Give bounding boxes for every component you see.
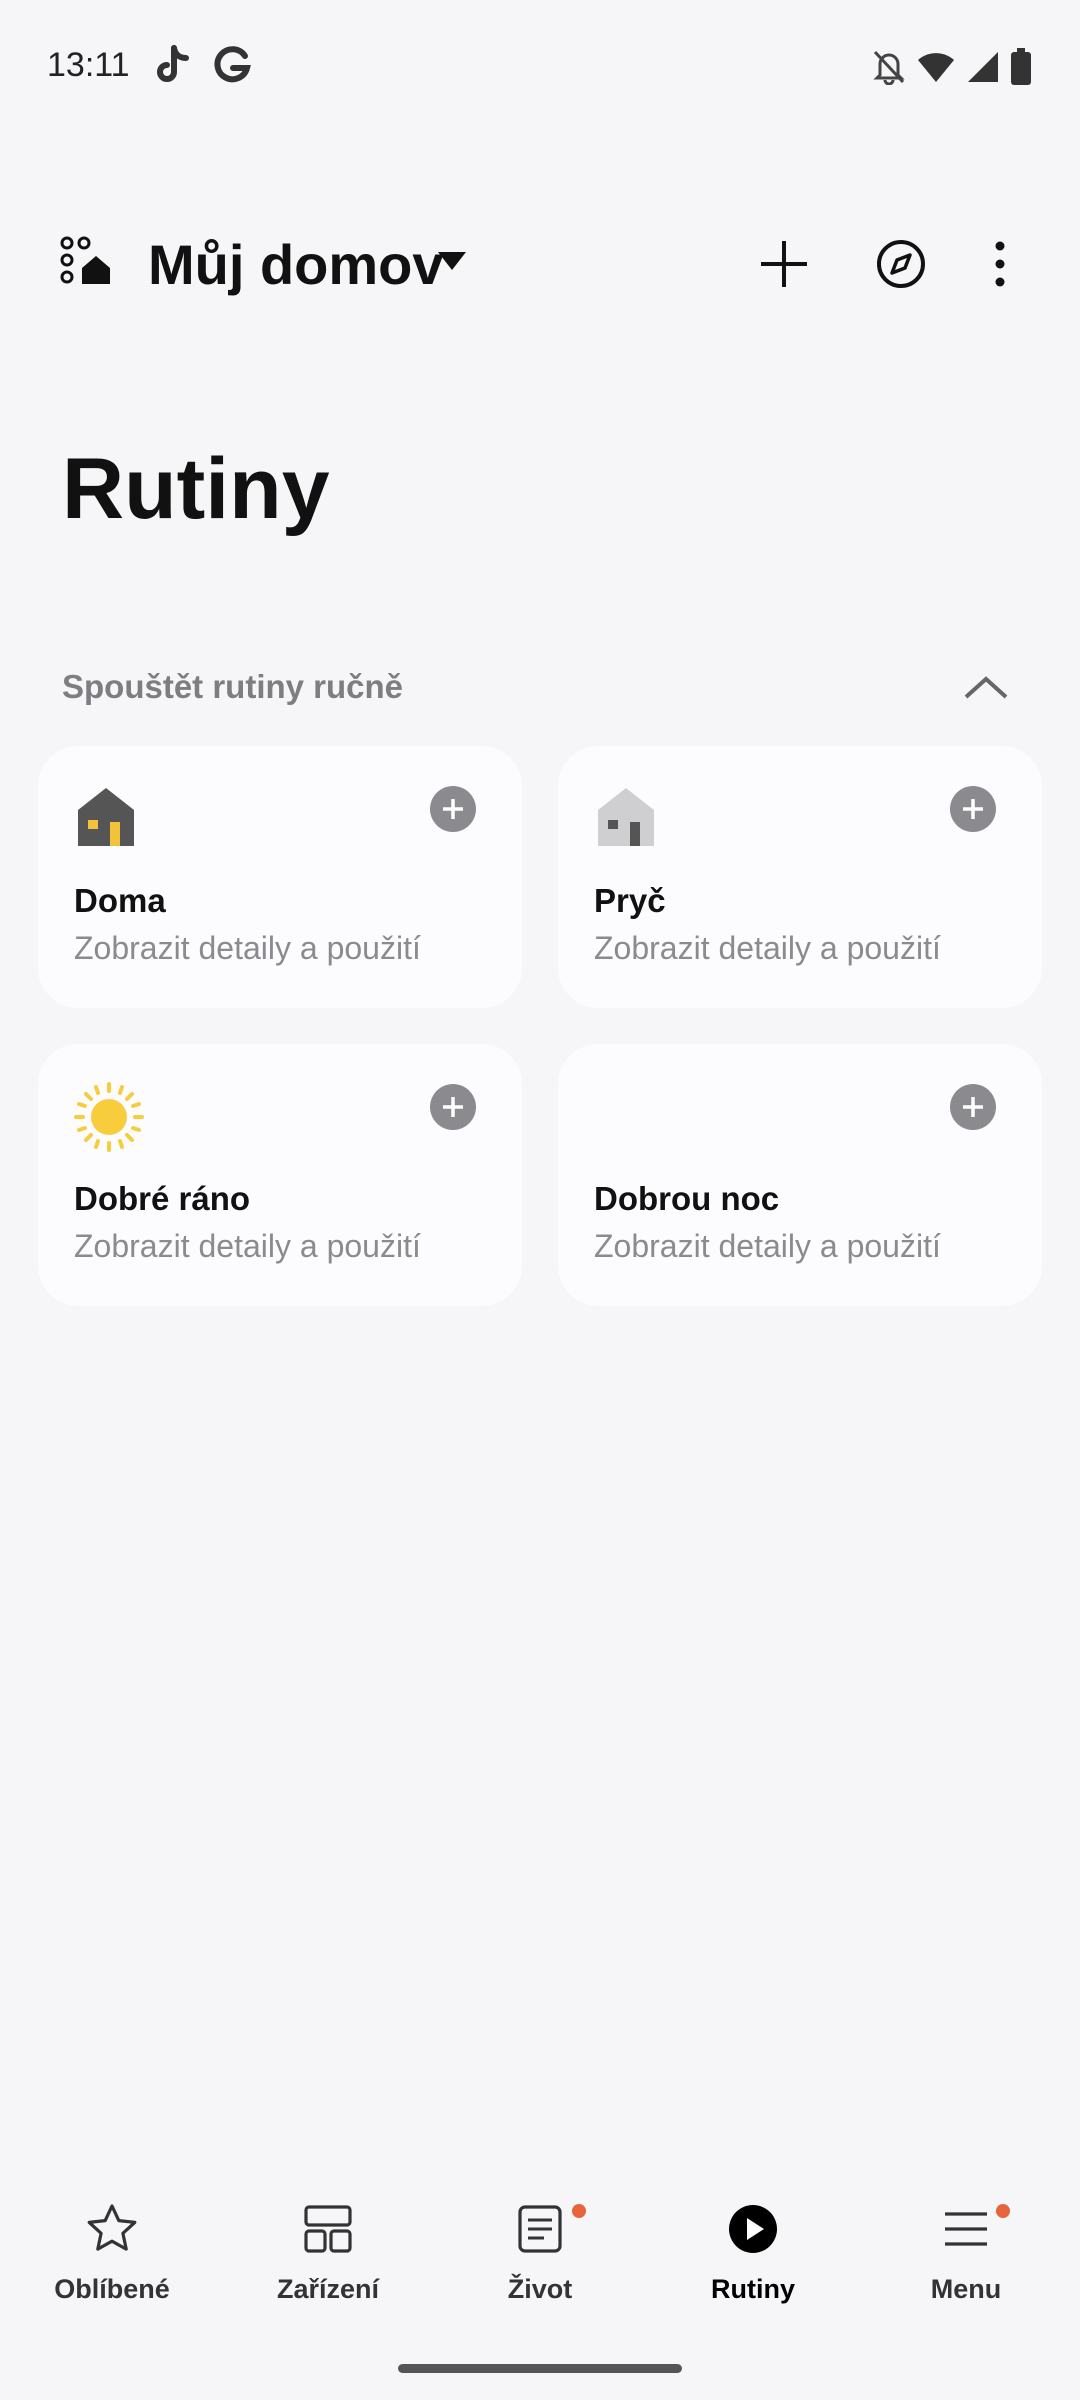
life-icon [513, 2202, 567, 2256]
sun-icon [74, 1082, 144, 1152]
routine-subtitle: Zobrazit detaily a použití [74, 1228, 421, 1264]
battery-icon [1010, 48, 1032, 91]
nav-item-menu[interactable]: Menu [858, 2180, 1074, 2320]
discover-icon[interactable] [869, 232, 933, 296]
routine-title: Pryč [594, 882, 666, 919]
gesture-handle[interactable] [398, 2364, 682, 2373]
nav-label: Zařízení [276, 2274, 380, 2304]
nav-label: Menu [930, 2274, 1002, 2304]
tiktok-icon [152, 44, 192, 86]
chevron-down-icon[interactable] [438, 252, 466, 270]
google-icon [212, 44, 252, 86]
wifi-icon [916, 50, 956, 89]
status-bar: 13:11 [0, 0, 1080, 136]
routine-subtitle: Zobrazit detaily a použití [74, 930, 421, 966]
house-away-icon [594, 784, 658, 848]
bottom-navigation: Oblíbené Zařízení Život Rutiny Menu [0, 2180, 1080, 2320]
add-routine-button[interactable] [950, 786, 996, 832]
routine-card-pryc[interactable]: Pryč Zobrazit detaily a použití [558, 746, 1042, 1008]
routine-title: Doma [74, 882, 166, 919]
house-home-icon [74, 784, 138, 848]
routine-card-dobre-rano[interactable]: Dobré ráno Zobrazit detaily a použití [38, 1044, 522, 1306]
routine-subtitle: Zobrazit detaily a použití [594, 930, 941, 966]
chevron-up-icon[interactable] [956, 664, 1016, 710]
more-icon[interactable] [968, 232, 1032, 296]
star-icon [85, 2202, 139, 2256]
add-routine-button[interactable] [950, 1084, 996, 1130]
notification-badge [572, 2204, 586, 2218]
notification-badge [996, 2204, 1010, 2218]
devices-grid-icon [301, 2202, 355, 2256]
page-title: Rutiny [62, 441, 330, 537]
home-selector[interactable]: Můj domov [148, 232, 444, 297]
nav-label: Rutiny [711, 2274, 795, 2304]
moon-icon [594, 1082, 660, 1146]
app-header: Můj domov [0, 220, 1080, 310]
nav-label: Oblíbené [54, 2274, 170, 2304]
nav-label: Život [507, 2274, 573, 2304]
signal-icon [966, 50, 1000, 89]
section-label: Spouštět rutiny ručně [62, 668, 404, 705]
routine-title: Dobré ráno [74, 1180, 251, 1217]
home-qr-icon[interactable] [60, 236, 112, 288]
routine-card-doma[interactable]: Doma Zobrazit detaily a použití [38, 746, 522, 1008]
nav-item-zivot[interactable]: Život [432, 2180, 648, 2320]
nav-item-rutiny[interactable]: Rutiny [645, 2180, 861, 2320]
routine-card-dobrou-noc[interactable]: Dobrou noc Zobrazit detaily a použití [558, 1044, 1042, 1306]
status-time: 13:11 [47, 46, 130, 84]
routine-title: Dobrou noc [594, 1180, 780, 1217]
notifications-off-icon [872, 49, 906, 90]
add-icon[interactable] [752, 232, 816, 296]
nav-item-oblibene[interactable]: Oblíbené [4, 2180, 220, 2320]
play-icon [726, 2202, 780, 2256]
nav-item-zarizeni[interactable]: Zařízení [220, 2180, 436, 2320]
add-routine-button[interactable] [430, 1084, 476, 1130]
menu-icon [939, 2202, 993, 2256]
add-routine-button[interactable] [430, 786, 476, 832]
routine-subtitle: Zobrazit detaily a použití [594, 1228, 941, 1264]
